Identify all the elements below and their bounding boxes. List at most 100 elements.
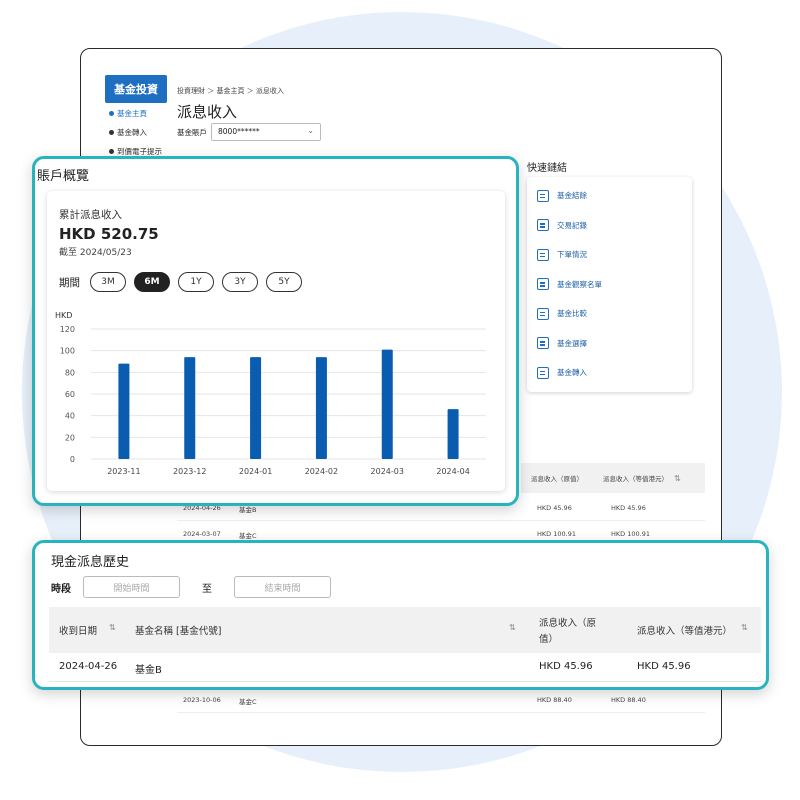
quick-link-orders[interactable]: 下單情況 (537, 240, 682, 270)
quick-links-title: 快速鏈結 (527, 163, 567, 174)
sort-icon[interactable]: ⇅ (674, 474, 681, 483)
transfer-icon (537, 366, 549, 379)
column-header-orig-cont: 值） (539, 634, 559, 645)
cumulative-label: 累計派息收入 (59, 209, 122, 221)
to-label: 至 (202, 583, 212, 595)
period-label: 期間 (59, 276, 80, 289)
quick-link-compare[interactable]: 基金比較 (537, 299, 682, 329)
sidebar-header[interactable]: 基金投資 (105, 75, 167, 103)
period-button-1y[interactable]: 1Y (178, 272, 214, 292)
end-date-input[interactable]: 結束時間 (234, 576, 331, 598)
x-tick-label: 2023-12 (173, 467, 206, 476)
sidebar-item-fund-home[interactable]: 基金主頁 (105, 103, 167, 122)
chart-bar (447, 409, 459, 459)
dividend-bar-chart: HKD 0 20 40 60 80 100 120 2023-11 2023-12 2024-01 2… (55, 311, 486, 476)
sidebar: 基金投資 基金主頁 基金轉入 到價電子提示 (105, 75, 167, 160)
start-date-input[interactable]: 開始時間 (83, 576, 180, 598)
row-orig: HKD 45.96 (539, 661, 593, 672)
chart-bar (381, 349, 393, 459)
y-tick-label: 80 (65, 368, 75, 377)
y-tick-label: 120 (60, 325, 75, 334)
account-overview-highlight: 賬戶概覽 累計派息收入 HKD 520.75 截至 2024/05/23 期間 … (32, 156, 519, 506)
x-tick-label: 2024-03 (371, 467, 404, 476)
sidebar-item-fund-transfer[interactable]: 基金轉入 (105, 122, 167, 141)
row-date: 2023-10-06 (183, 696, 221, 704)
background-table-header: 派息收入（原值） 派息收入（等值港元） ⇅ (521, 463, 705, 493)
row-hkd: HKD 100.91 (611, 530, 650, 538)
period-button-5y[interactable]: 5Y (266, 272, 302, 292)
x-tick-label: 2024-04 (436, 467, 469, 476)
row-hkd: HKD 88.40 (611, 696, 646, 704)
column-header-fund[interactable]: 基金名稱 [基金代號] (135, 623, 221, 637)
quick-link-watchlist[interactable]: 基金觀察名單 (537, 270, 682, 300)
cumulative-amount: HKD 520.75 (59, 225, 159, 243)
document-icon (537, 219, 549, 232)
sort-icon[interactable]: ⇅ (509, 623, 516, 632)
account-value: 8000****** (218, 127, 260, 136)
chart-bar (118, 363, 130, 459)
sort-icon[interactable]: ⇅ (109, 623, 116, 632)
quick-link-transfer-in[interactable]: 基金轉入 (537, 358, 682, 388)
y-tick-label: 20 (65, 433, 75, 442)
quick-link-label: 基金結餘 (557, 191, 587, 201)
overview-card: 累計派息收入 HKD 520.75 截至 2024/05/23 期間 3M 6M… (47, 191, 505, 491)
selector-icon (537, 337, 549, 350)
bar-chart-icon (537, 189, 549, 202)
y-tick-label: 40 (65, 412, 75, 421)
row-orig: HKD 45.96 (537, 504, 572, 512)
row-fund: 基金B (135, 665, 162, 676)
table-row[interactable]: 2023-10-06 基金C HKD 88.40 HKD 88.40 (177, 687, 705, 713)
quick-links-card: 基金結餘 交易記錄 下單情況 基金觀察名單 基金比較 基金選擇 基金轉入 (527, 177, 692, 392)
as-of-date: 截至 2024/05/23 (59, 248, 132, 258)
compare-icon (537, 307, 549, 320)
y-tick-label: 100 (60, 347, 75, 356)
period-button-3m[interactable]: 3M (90, 272, 126, 292)
bullet-icon (109, 111, 114, 116)
quick-link-fund-balance[interactable]: 基金結餘 (537, 181, 682, 211)
quick-link-label: 基金選擇 (557, 338, 587, 348)
bullet-icon (109, 130, 114, 135)
period-selector: 期間 3M 6M 1Y 3Y 5Y (59, 272, 302, 292)
sort-icon[interactable]: ⇅ (741, 623, 748, 632)
chart-bar (315, 357, 327, 459)
row-date: 2024-04-26 (59, 661, 118, 672)
quick-link-label: 基金觀察名單 (557, 279, 602, 289)
breadcrumb[interactable]: 投資理財 ＞ 基金主頁 ＞ 派息收入 (177, 86, 284, 96)
sidebar-item-label: 基金主頁 (117, 109, 147, 118)
table-row[interactable]: 2024-04-26 基金B HKD 45.96 HKD 45.96 (49, 654, 761, 682)
row-fund: 基金C (239, 532, 257, 540)
quick-link-label: 基金轉入 (557, 368, 587, 378)
column-header-orig[interactable]: 派息收入（原 (539, 615, 596, 629)
sidebar-item-label: 基金轉入 (117, 128, 147, 137)
page-title: 派息收入 (177, 103, 238, 121)
overview-title: 賬戶概覽 (37, 169, 90, 184)
x-tick-label: 2024-01 (239, 467, 272, 476)
period-button-6m[interactable]: 6M (134, 272, 170, 292)
account-select[interactable]: 8000****** ⌄ (211, 123, 321, 141)
x-tick-label: 2024-02 (305, 467, 338, 476)
period-button-3y[interactable]: 3Y (222, 272, 258, 292)
bullet-icon (109, 149, 114, 154)
column-header[interactable]: 派息收入（等值港元） (603, 473, 668, 483)
quick-link-label: 交易記錄 (557, 220, 587, 230)
row-date: 2024-03-07 (183, 530, 221, 538)
column-header[interactable]: 派息收入（原值） (531, 473, 591, 483)
watchlist-icon (537, 278, 549, 291)
row-orig: HKD 88.40 (537, 696, 572, 704)
quick-link-label: 基金比較 (557, 309, 587, 319)
chart-bar (184, 357, 196, 459)
row-hkd: HKD 45.96 (611, 504, 646, 512)
row-fund: 基金C (239, 698, 257, 706)
quick-link-transactions[interactable]: 交易記錄 (537, 211, 682, 241)
quick-link-label: 下單情況 (557, 250, 587, 260)
x-tick-label: 2023-11 (107, 467, 140, 476)
y-tick-label: 0 (70, 455, 75, 464)
column-header-hkd[interactable]: 派息收入（等值港元） (637, 623, 732, 637)
chevron-down-icon: ⌄ (307, 126, 314, 135)
quick-link-selector[interactable]: 基金選擇 (537, 329, 682, 359)
dividend-history-highlight: 現金派息歷史 時段 開始時間 至 結束時間 收到日期 ⇅ 基金名稱 [基金代號]… (32, 540, 769, 690)
row-hkd: HKD 45.96 (637, 661, 691, 672)
account-label: 基金賬戶 (177, 127, 207, 137)
column-header-date[interactable]: 收到日期 (59, 623, 97, 637)
stage: 基金投資 基金主頁 基金轉入 到價電子提示 投資理財 ＞ 基金主頁 ＞ 派息收入… (0, 0, 800, 800)
